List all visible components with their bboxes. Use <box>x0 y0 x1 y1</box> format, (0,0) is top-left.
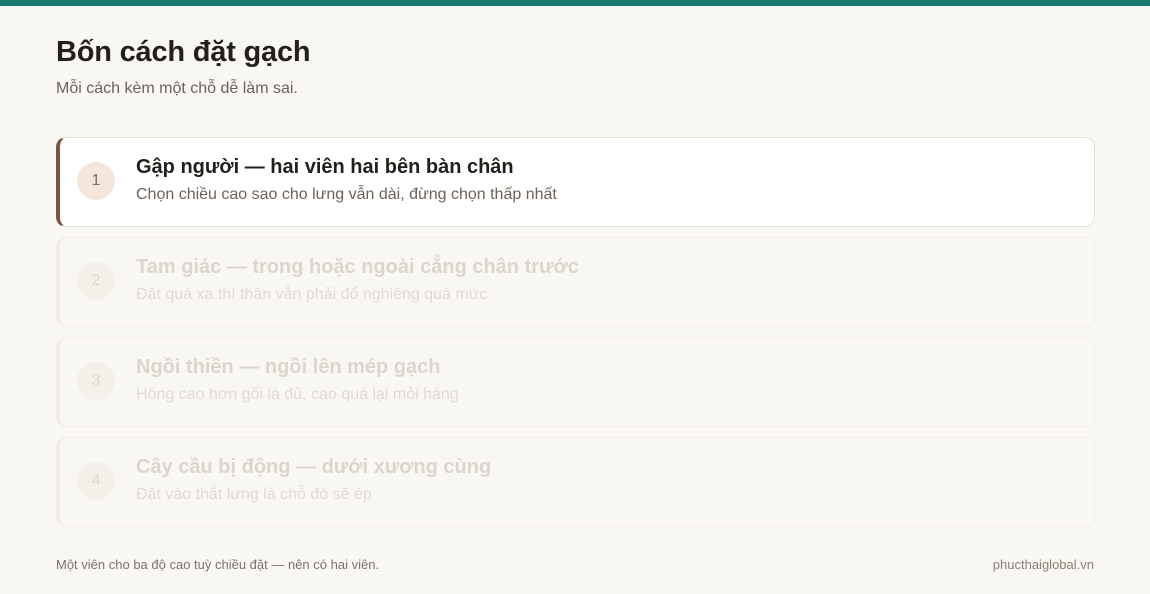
step-description: Hông cao hơn gối là đủ, cao quá lại mỏi … <box>136 386 459 403</box>
footer-site-link[interactable]: phucthaiglobal.vn <box>993 557 1094 572</box>
step-card-2[interactable]: 2 Tam giác — trong hoặc ngoài cẳng chân … <box>56 237 1095 327</box>
step-text: Ngồi thiền — ngồi lên mép gạch Hông cao … <box>136 354 459 406</box>
step-text: Gập người — hai viên hai bên bàn chân Ch… <box>136 154 557 206</box>
step-card-4[interactable]: 4 Cây cầu bị động — dưới xương cùng Đặt … <box>56 437 1095 527</box>
page-subtitle: Mỗi cách kèm một chỗ dễ làm sai. <box>56 80 298 97</box>
page-title: Bốn cách đặt gạch <box>56 36 311 68</box>
step-text: Tam giác — trong hoặc ngoài cẳng chân tr… <box>136 254 579 306</box>
step-number-badge: 4 <box>77 462 115 500</box>
step-description: Đặt vào thắt lưng là chỗ đó sẽ ép <box>136 486 372 503</box>
step-number-badge: 1 <box>77 162 115 200</box>
step-card-3[interactable]: 3 Ngồi thiền — ngồi lên mép gạch Hông ca… <box>56 337 1095 427</box>
step-title: Cây cầu bị động — dưới xương cùng <box>136 456 492 478</box>
step-number-badge: 2 <box>77 262 115 300</box>
step-title: Tam giác — trong hoặc ngoài cẳng chân tr… <box>136 256 579 278</box>
top-accent-bar <box>0 0 1150 6</box>
step-description: Đặt quá xa thì thân vẫn phải đổ nghiêng … <box>136 286 488 303</box>
step-title: Gập người — hai viên hai bên bàn chân <box>136 156 514 178</box>
step-text: Cây cầu bị động — dưới xương cùng Đặt và… <box>136 454 491 506</box>
step-list: 1 Gập người — hai viên hai bên bàn chân … <box>56 137 1095 537</box>
footer-note: Một viên cho ba độ cao tuỳ chiều đặt — n… <box>56 557 380 572</box>
step-title: Ngồi thiền — ngồi lên mép gạch <box>136 356 441 378</box>
step-number-badge: 3 <box>77 362 115 400</box>
step-description: Chọn chiều cao sao cho lưng vẫn dài, đừn… <box>136 186 557 203</box>
step-card-1[interactable]: 1 Gập người — hai viên hai bên bàn chân … <box>56 137 1095 227</box>
